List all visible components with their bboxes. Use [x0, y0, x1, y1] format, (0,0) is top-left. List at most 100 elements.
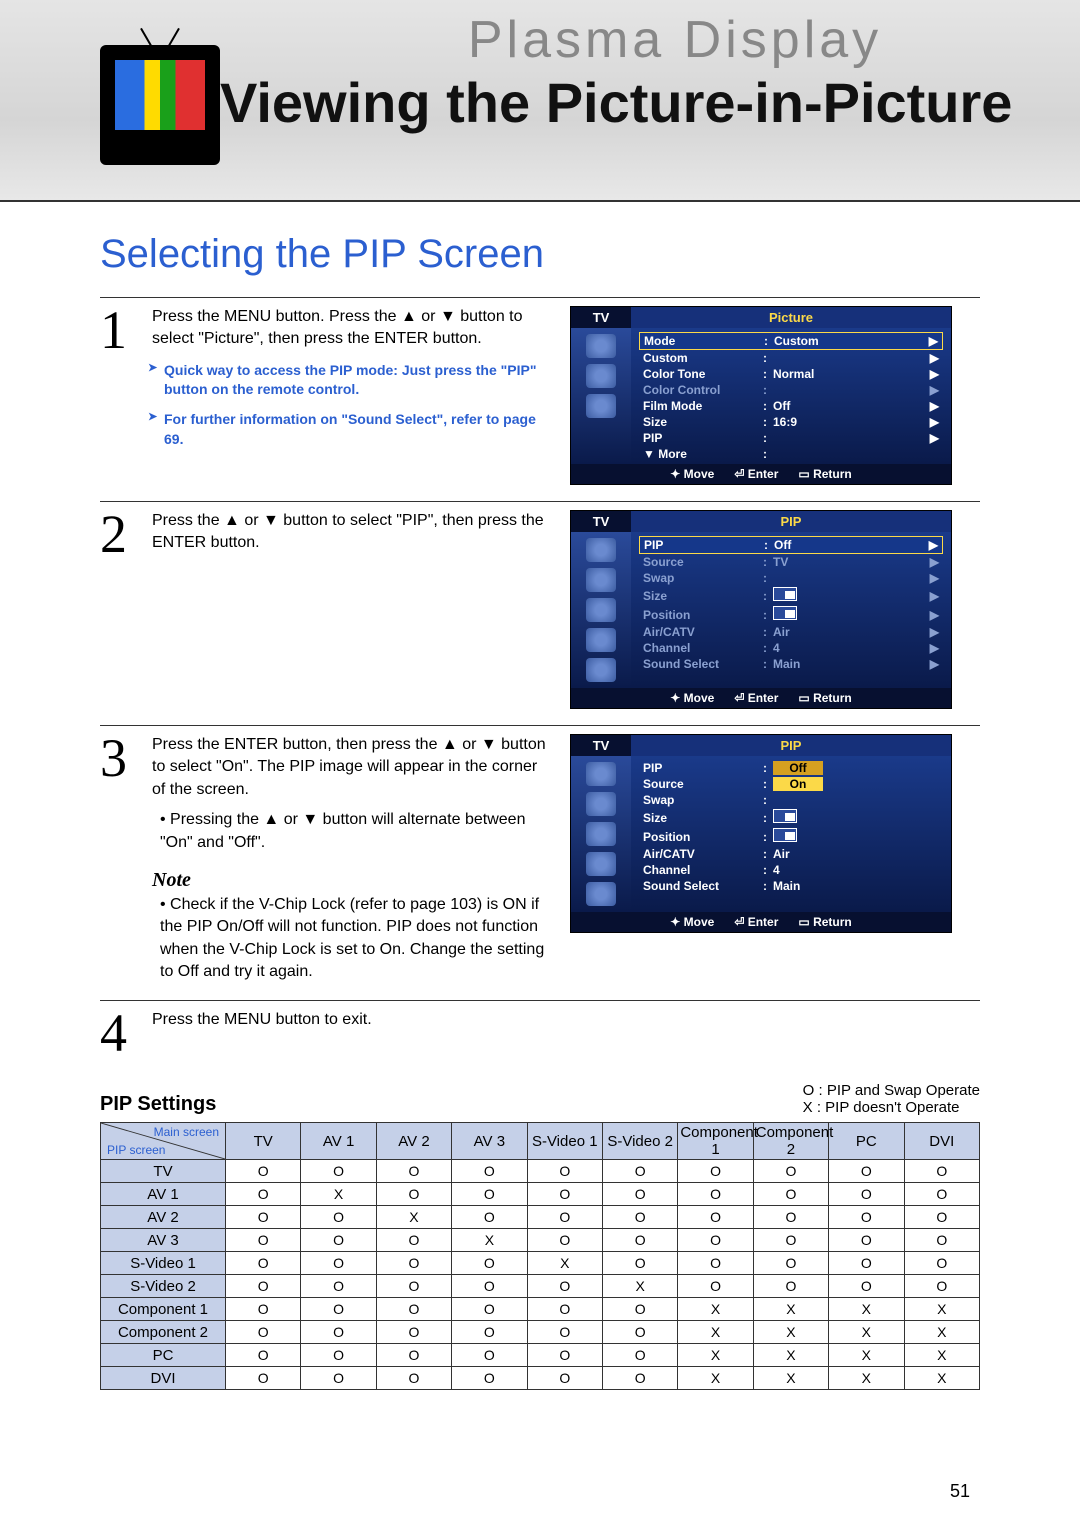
table-cell: X	[904, 1344, 979, 1367]
osd-row: Size:	[639, 808, 943, 827]
osd-row: Mode: Custom▶	[639, 332, 943, 350]
table-cell: X	[452, 1229, 527, 1252]
osd-panel: TVPIP PIP: Off Source: On Swap: Size: Po…	[570, 734, 952, 933]
table-cell: O	[301, 1160, 376, 1183]
table-cell: O	[527, 1183, 602, 1206]
table-cell: O	[301, 1321, 376, 1344]
osd-row: Sound Select: Main	[639, 878, 943, 894]
osd-row: Position:	[639, 827, 943, 846]
table-cell: O	[376, 1160, 451, 1183]
table-cell: O	[829, 1206, 904, 1229]
col-header: Component 2	[753, 1123, 828, 1160]
osd-row: Sound Select: Main▶	[639, 656, 943, 672]
content-area: Selecting the PIP Screen 1 Press the MEN…	[0, 202, 1080, 1410]
col-header: S-Video 1	[527, 1123, 602, 1160]
table-cell: O	[301, 1229, 376, 1252]
table-cell: X	[904, 1321, 979, 1344]
col-header: AV 3	[452, 1123, 527, 1160]
table-cell: X	[527, 1252, 602, 1275]
table-cell: O	[452, 1252, 527, 1275]
table-cell: O	[602, 1183, 677, 1206]
osd-screenshot: TVPIP PIP: Off▶ Source: TV▶ Swap: ▶ Size…	[570, 510, 952, 709]
note-heading: Note	[152, 866, 550, 894]
tip-bullet: Quick way to access the PIP mode: Just p…	[152, 361, 550, 400]
osd-screenshot: TVPicture Mode: Custom▶ Custom: ▶ Color …	[570, 306, 952, 485]
step-text: Press the ▲ or ▼ button to select "PIP",…	[152, 510, 550, 559]
osd-row: Custom: ▶	[639, 350, 943, 366]
table-cell: O	[452, 1275, 527, 1298]
table-cell: O	[301, 1275, 376, 1298]
table-cell: O	[452, 1321, 527, 1344]
table-cell: O	[301, 1344, 376, 1367]
table-cell: O	[527, 1344, 602, 1367]
row-header: PC	[101, 1344, 226, 1367]
step-3: 3 Press the ENTER button, then press the…	[100, 725, 980, 1000]
osd-row: Channel: 4	[639, 862, 943, 878]
step-text: Press the MENU button. Press the ▲ or ▼ …	[152, 306, 550, 449]
osd-row: Source: TV▶	[639, 554, 943, 570]
table-cell: O	[678, 1252, 753, 1275]
osd-row: PIP: Off	[639, 760, 943, 776]
table-cell: X	[753, 1298, 828, 1321]
table-cell: O	[678, 1275, 753, 1298]
col-header: DVI	[904, 1123, 979, 1160]
osd-row: Source: On	[639, 776, 943, 792]
table-cell: O	[904, 1160, 979, 1183]
pip-settings-table: Main screenPIP screenTVAV 1AV 2AV 3S-Vid…	[100, 1122, 980, 1390]
table-cell: X	[602, 1275, 677, 1298]
table-cell: O	[376, 1229, 451, 1252]
table-cell: O	[527, 1298, 602, 1321]
table-cell: O	[452, 1206, 527, 1229]
table-cell: O	[226, 1344, 301, 1367]
osd-row: PIP: ▶	[639, 430, 943, 446]
table-cell: O	[753, 1160, 828, 1183]
table-cell: O	[829, 1275, 904, 1298]
table-cell: O	[226, 1367, 301, 1390]
table-cell: O	[226, 1298, 301, 1321]
step-number: 2	[100, 510, 140, 559]
table-cell: O	[602, 1229, 677, 1252]
col-header: Component 1	[678, 1123, 753, 1160]
table-cell: O	[753, 1229, 828, 1252]
step-text: Press the ENTER button, then press the ▲…	[152, 734, 550, 984]
osd-row: Color Control: ▶	[639, 382, 943, 398]
table-cell: X	[301, 1183, 376, 1206]
note-text: • Check if the V-Chip Lock (refer to pag…	[152, 894, 550, 984]
table-cell: O	[753, 1252, 828, 1275]
table-cell: O	[226, 1206, 301, 1229]
table-cell: X	[376, 1206, 451, 1229]
table-cell: X	[829, 1298, 904, 1321]
table-cell: O	[452, 1344, 527, 1367]
table-cell: X	[753, 1344, 828, 1367]
table-cell: O	[602, 1344, 677, 1367]
col-header: S-Video 2	[602, 1123, 677, 1160]
table-cell: X	[904, 1298, 979, 1321]
table-cell: O	[829, 1183, 904, 1206]
table-cell: O	[452, 1183, 527, 1206]
step-number: 4	[100, 1009, 140, 1058]
table-cell: O	[376, 1298, 451, 1321]
page-header: Plasma Display Viewing the Picture-in-Pi…	[0, 0, 1080, 202]
osd-panel: TVPicture Mode: Custom▶ Custom: ▶ Color …	[570, 306, 952, 485]
table-cell: O	[678, 1229, 753, 1252]
table-cell: X	[904, 1367, 979, 1390]
osd-screenshot: TVPIP PIP: Off Source: On Swap: Size: Po…	[570, 734, 952, 933]
table-cell: O	[602, 1252, 677, 1275]
osd-row: Position: ▶	[639, 605, 943, 624]
tv-icon	[100, 45, 220, 165]
table-cell: O	[301, 1252, 376, 1275]
table-cell: O	[602, 1321, 677, 1344]
row-header: AV 1	[101, 1183, 226, 1206]
table-cell: O	[829, 1252, 904, 1275]
table-cell: O	[226, 1252, 301, 1275]
step-text: Press the MENU button to exit.	[152, 1009, 550, 1058]
table-cell: O	[301, 1206, 376, 1229]
table-cell: O	[376, 1275, 451, 1298]
page-number: 51	[950, 1481, 970, 1502]
table-cell: O	[376, 1344, 451, 1367]
step-number: 3	[100, 734, 140, 984]
table-cell: X	[678, 1321, 753, 1344]
row-header: AV 3	[101, 1229, 226, 1252]
table-cell: O	[602, 1206, 677, 1229]
table-cell: O	[602, 1298, 677, 1321]
